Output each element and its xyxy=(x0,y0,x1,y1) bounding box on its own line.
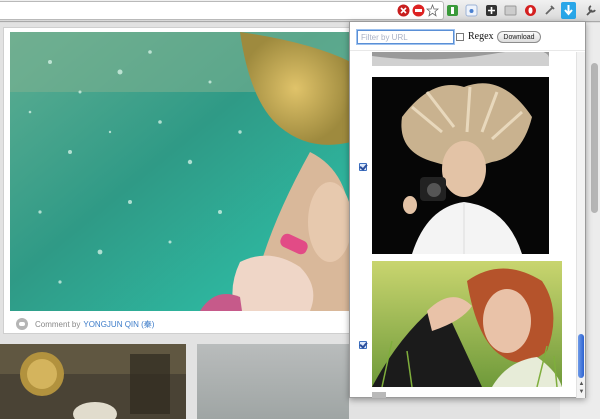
list-item-image[interactable] xyxy=(372,77,549,254)
image-select-checkbox[interactable] xyxy=(359,341,367,349)
address-bar[interactable] xyxy=(0,1,444,20)
image-downloader-popup: Regex Download xyxy=(349,21,586,398)
gear-ext-icon[interactable] xyxy=(485,4,498,17)
download-button[interactable]: Download xyxy=(497,31,541,43)
scroll-down-arrow-icon[interactable]: ▼ xyxy=(578,389,585,396)
popup-scrollbar[interactable]: ▲ ▼ xyxy=(576,52,585,398)
regex-label: Regex xyxy=(468,31,494,42)
popup-header: Regex Download xyxy=(350,22,585,51)
abp-icon[interactable] xyxy=(412,4,425,17)
comment-bubble-icon xyxy=(16,318,28,330)
filter-by-url-input[interactable] xyxy=(356,29,455,45)
regex-checkbox[interactable] xyxy=(456,33,464,41)
underwater-photo[interactable] xyxy=(10,32,351,311)
stop-icon[interactable] xyxy=(397,4,410,17)
star-icon[interactable] xyxy=(426,4,439,17)
tools-icon[interactable] xyxy=(543,4,556,17)
list-item-image[interactable] xyxy=(372,52,549,66)
image-list xyxy=(350,52,576,398)
list-item-image[interactable] xyxy=(372,261,562,387)
page-scrollbar[interactable] xyxy=(591,63,598,213)
photo-card: Comment by YONGJUN QIN (秦) xyxy=(3,27,360,334)
image-select-checkbox[interactable] xyxy=(359,163,367,171)
browser-toolbar xyxy=(0,0,600,22)
opera-icon[interactable] xyxy=(524,4,537,17)
vintage-items-photo[interactable] xyxy=(0,344,186,419)
comment-author-link[interactable]: YONGJUN QIN (秦) xyxy=(83,319,154,330)
scroll-up-arrow-icon[interactable]: ▲ xyxy=(578,381,585,388)
popup-scrollbar-thumb[interactable] xyxy=(578,334,584,378)
puzzle-icon[interactable] xyxy=(504,4,517,17)
blank-icon[interactable] xyxy=(465,4,478,17)
extension-icon[interactable] xyxy=(446,4,459,17)
list-item-image[interactable] xyxy=(372,392,386,398)
gray-photo-tile[interactable] xyxy=(197,344,349,419)
comment-prefix: Comment by xyxy=(35,319,81,329)
download-ext-icon[interactable] xyxy=(561,2,576,19)
wrench-icon[interactable] xyxy=(584,4,597,17)
comment-row: Comment by YONGJUN QIN (秦) xyxy=(16,317,154,331)
